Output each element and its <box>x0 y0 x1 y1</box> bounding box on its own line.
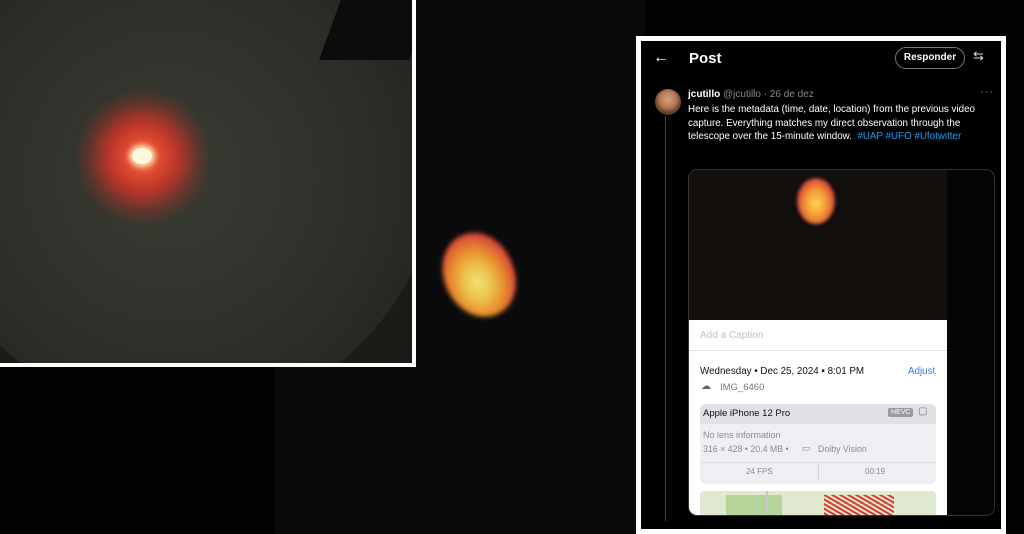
device-card: Apple iPhone 12 Pro HEVC ▢ No lens infor… <box>700 404 936 484</box>
page-title: Post <box>689 50 722 67</box>
map-red-overlay <box>824 495 894 515</box>
hashtag-uap[interactable]: #UAP <box>857 131 882 142</box>
adjust-link[interactable]: Adjust <box>908 366 935 377</box>
tweet-screenshot: ← Post Responder ⇆ jcutillo @jcutillo · … <box>636 36 1006 534</box>
tweet-date[interactable]: · 26 de dez <box>764 89 814 100</box>
glowing-orb-small <box>797 178 835 224</box>
device-name: Apple iPhone 12 Pro <box>703 408 791 419</box>
lens-info: No lens information <box>703 430 781 440</box>
user-handle[interactable]: @jcutillo <box>723 89 761 100</box>
arrow-left-icon[interactable]: ← <box>653 49 669 67</box>
cloud-icon: ☁ <box>701 381 711 392</box>
photo-info-sheet: Add a Caption Wednesday • Dec 25, 2024 •… <box>689 320 947 515</box>
media-dark-margin <box>947 170 994 515</box>
tweet-body: Here is the metadata (time, date, locati… <box>688 103 994 144</box>
codec-badge: HEVC <box>888 408 914 417</box>
sliders-icon[interactable]: ⇆ <box>973 48 984 64</box>
bright-core-light <box>132 148 152 164</box>
file-name: IMG_6460 <box>720 382 765 393</box>
display-icon: ▭ <box>802 443 811 453</box>
telescope-inset-photo <box>0 0 416 367</box>
frame-rate: 24 FPS <box>746 467 773 476</box>
tweet-author-line: jcutillo @jcutillo · 26 de dez <box>688 89 814 100</box>
map-road <box>766 491 768 515</box>
caption-field[interactable]: Add a Caption <box>700 330 763 341</box>
more-horizontal-icon[interactable]: ··· <box>980 86 994 98</box>
video-duration: 00:19 <box>865 467 886 476</box>
post-header: ← Post Responder ⇆ <box>641 41 1001 81</box>
video-frame <box>689 170 947 320</box>
thread-line <box>665 116 666 521</box>
map-park-area <box>726 495 782 515</box>
device-card-header: Apple iPhone 12 Pro HEVC ▢ <box>700 404 936 424</box>
dolby-vision-label: Dolby Vision <box>818 444 867 454</box>
hashtag-ufotwitter[interactable]: #Ufotwitter <box>914 131 961 142</box>
hashtag-ufo[interactable]: #UFO <box>886 131 912 142</box>
display-name[interactable]: jcutillo <box>688 89 720 100</box>
avatar[interactable] <box>655 89 681 115</box>
divider <box>700 462 936 463</box>
tweet-media[interactable]: Add a Caption Wednesday • Dec 25, 2024 •… <box>688 169 995 516</box>
resolution-size: 316 × 428 • 20.4 MB • <box>703 444 789 454</box>
divider <box>818 465 819 479</box>
reply-button[interactable]: Responder <box>895 47 965 69</box>
video-camera-icon: ▢ <box>918 406 928 417</box>
divider <box>689 350 947 351</box>
location-map[interactable] <box>700 491 936 515</box>
capture-datetime: Wednesday • Dec 25, 2024 • 8:01 PM <box>700 366 865 377</box>
